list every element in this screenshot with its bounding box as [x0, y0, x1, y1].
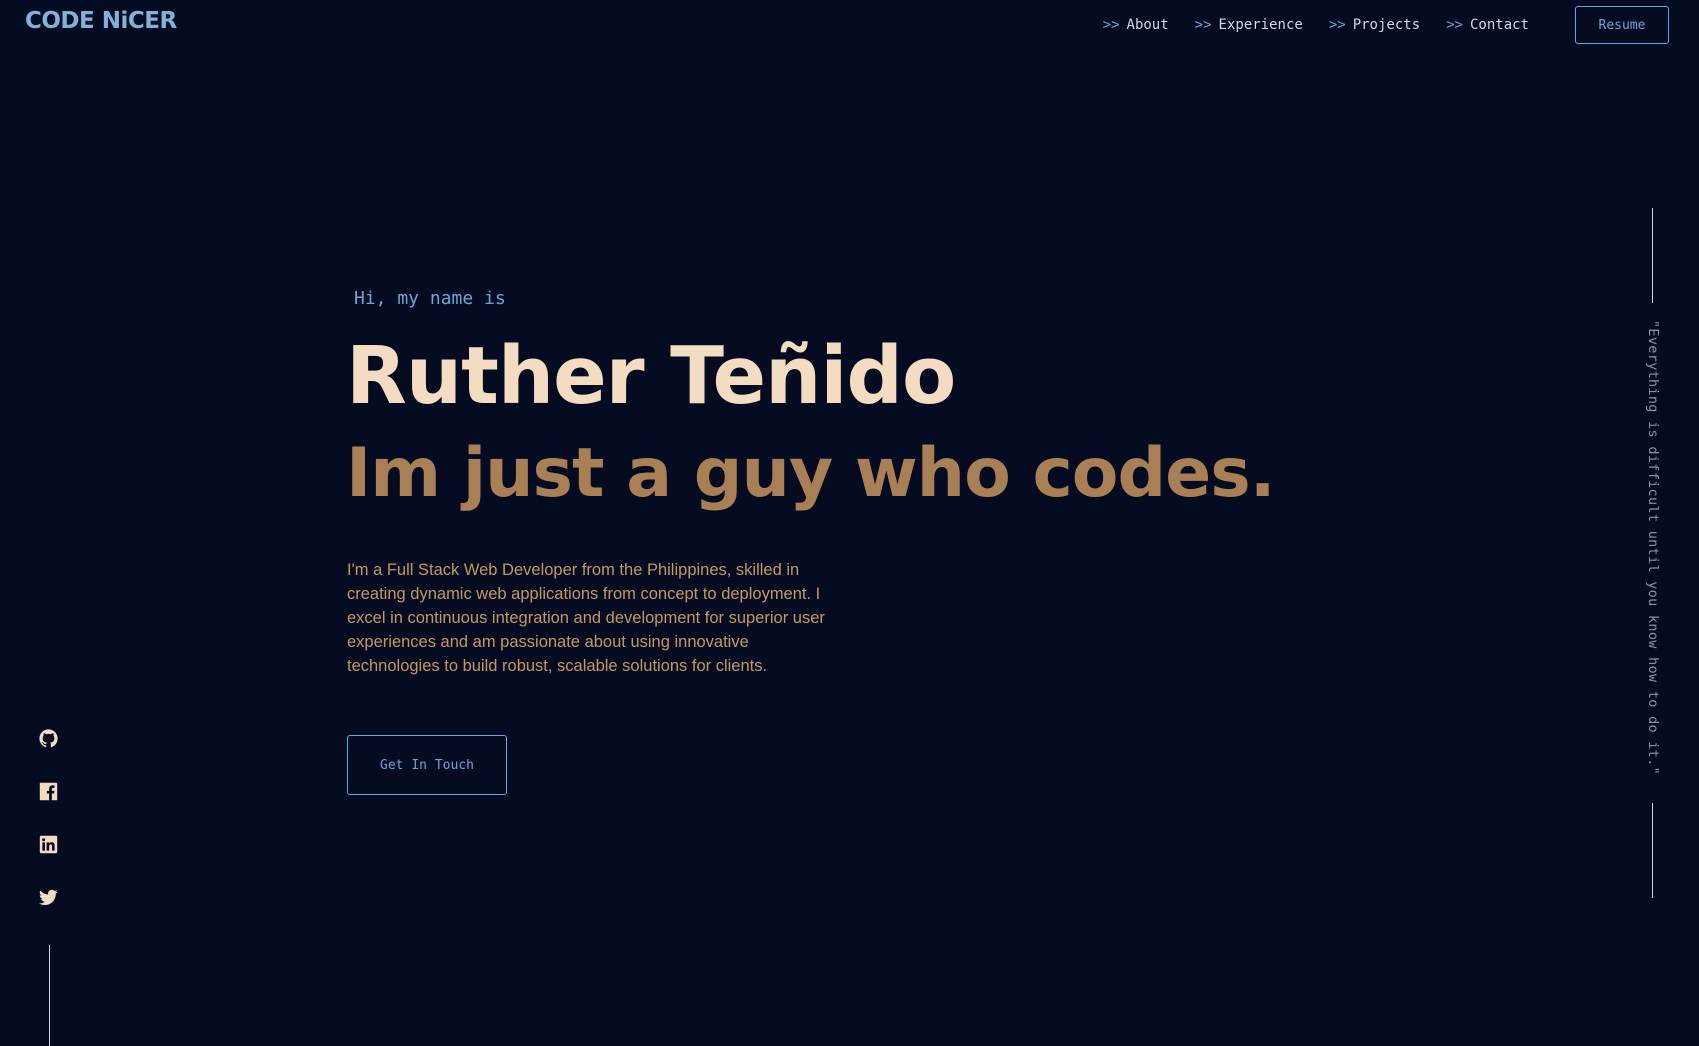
nav-label-contact: Contact [1469, 17, 1529, 33]
quote-divider-bottom [1652, 803, 1653, 898]
quote-divider-top [1652, 208, 1653, 303]
site-logo[interactable]: CODE NiCER [25, 8, 177, 34]
hero-greeting: Hi, my name is [354, 288, 506, 309]
facebook-icon [39, 782, 57, 800]
social-divider-line [49, 945, 50, 1046]
github-icon [38, 728, 58, 747]
quote-container: "Everything is difficult until you know … [1640, 320, 1666, 786]
hero-tagline: Im just a guy who codes. [346, 434, 1276, 513]
facebook-link[interactable] [38, 781, 58, 801]
hero-name: Ruther Teñido [346, 330, 956, 422]
nav-label-experience: Experience [1218, 17, 1303, 33]
linkedin-icon [39, 835, 57, 853]
github-link[interactable] [38, 728, 58, 748]
nav-item-about[interactable]: >> About [1103, 17, 1169, 33]
hero-bio: I'm a Full Stack Web Developer from the … [347, 561, 825, 675]
get-in-touch-button[interactable]: Get In Touch [347, 735, 507, 795]
nav-arrow: >> [1194, 17, 1212, 33]
nav-arrow: >> [1446, 17, 1463, 33]
linkedin-link[interactable] [38, 834, 58, 854]
nav-arrow: >> [1328, 17, 1346, 33]
twitter-icon [38, 889, 58, 905]
nav-label-about: About [1126, 17, 1169, 33]
nav-label-projects: Projects [1352, 17, 1421, 33]
social-links [38, 728, 58, 907]
nav-item-experience[interactable]: >> Experience [1195, 17, 1303, 33]
nav-item-projects[interactable]: >> Projects [1329, 17, 1420, 33]
main-nav: >> About >> Experience >> Projects >> Contac… [1103, 17, 1529, 33]
vertical-quote: "Everything is difficult until you know … [1645, 320, 1661, 776]
twitter-link[interactable] [38, 887, 58, 907]
nav-item-contact[interactable]: >> Contact [1446, 17, 1529, 33]
nav-arrow: >> [1102, 17, 1120, 33]
resume-button[interactable]: Resume [1575, 6, 1669, 44]
